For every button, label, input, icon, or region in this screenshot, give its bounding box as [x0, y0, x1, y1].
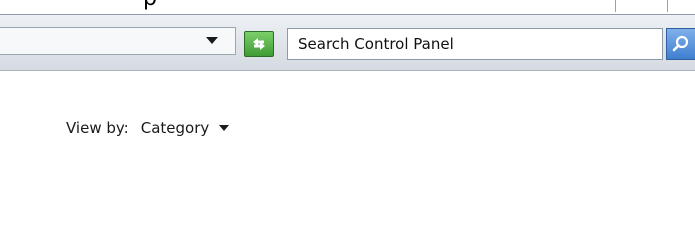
chevron-down-icon: [219, 125, 230, 131]
navigation-toolbar: Search Control Panel: [0, 15, 695, 71]
refresh-button[interactable]: [244, 31, 274, 57]
address-bar[interactable]: [0, 27, 236, 55]
view-by-dropdown[interactable]: Category: [141, 119, 230, 137]
chevron-down-icon[interactable]: [206, 37, 218, 44]
title-bar: p: [0, 0, 695, 15]
search-placeholder: Search Control Panel: [298, 35, 454, 53]
view-by-selected: Category: [140, 119, 210, 137]
view-by-label: View by:: [66, 119, 129, 137]
view-by-control: View by: Category: [66, 119, 230, 137]
search-input[interactable]: Search Control Panel: [287, 28, 663, 60]
search-button[interactable]: [666, 28, 695, 60]
title-fragment: p: [143, 0, 157, 10]
control-panel-window: p Search Control Panel View by: Category: [0, 0, 695, 247]
window-control-edge[interactable]: [615, 0, 616, 12]
window-control-edge[interactable]: [667, 0, 668, 12]
refresh-icon: [253, 38, 265, 50]
magnifier-icon: [672, 35, 689, 52]
